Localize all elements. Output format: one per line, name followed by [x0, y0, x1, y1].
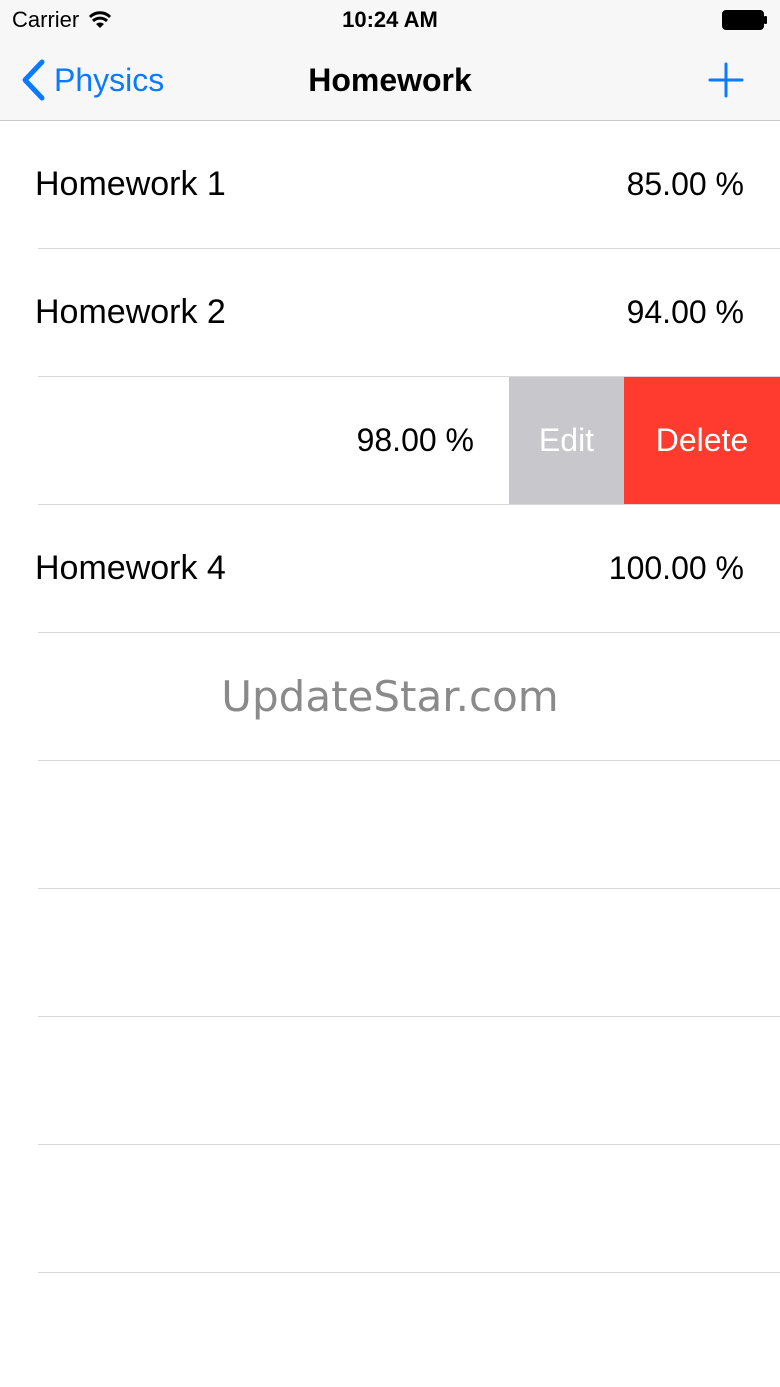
status-time: 10:24 AM [342, 7, 438, 32]
battery-icon [722, 10, 767, 30]
empty-row [0, 889, 780, 1017]
navigation-bar: Carrier 10:24 AM Physics Homework [0, 0, 780, 121]
table-row[interactable]: Homework 2 94.00 % [0, 249, 780, 377]
empty-row [0, 1145, 780, 1273]
table-row-swiped[interactable]: 98.00 % Edit Delete [0, 377, 780, 505]
row-title: Homework 2 [35, 293, 226, 331]
empty-row: UpdateStar.com [0, 633, 780, 761]
table-row[interactable]: Homework 1 85.00 % [0, 121, 780, 249]
swipe-actions: Edit Delete [509, 377, 780, 504]
empty-row [0, 1017, 780, 1145]
table-row[interactable]: Homework 4 100.00 % [0, 505, 780, 633]
row-content[interactable]: 98.00 % [0, 377, 510, 504]
row-title: Homework 1 [35, 165, 226, 203]
page-title: Homework [308, 62, 472, 98]
edit-button[interactable]: Edit [509, 377, 624, 504]
row-value: 98.00 % [356, 422, 474, 458]
homework-table: Homework 1 85.00 % Homework 2 94.00 % 98… [0, 121, 780, 1273]
row-value: 100.00 % [608, 550, 744, 586]
delete-button[interactable]: Delete [624, 377, 780, 504]
row-value: 85.00 % [626, 166, 744, 202]
empty-row [0, 761, 780, 889]
row-title: Homework 4 [35, 549, 226, 587]
add-icon[interactable] [708, 62, 744, 98]
row-value: 94.00 % [626, 294, 744, 330]
watermark: UpdateStar.com [221, 672, 559, 721]
